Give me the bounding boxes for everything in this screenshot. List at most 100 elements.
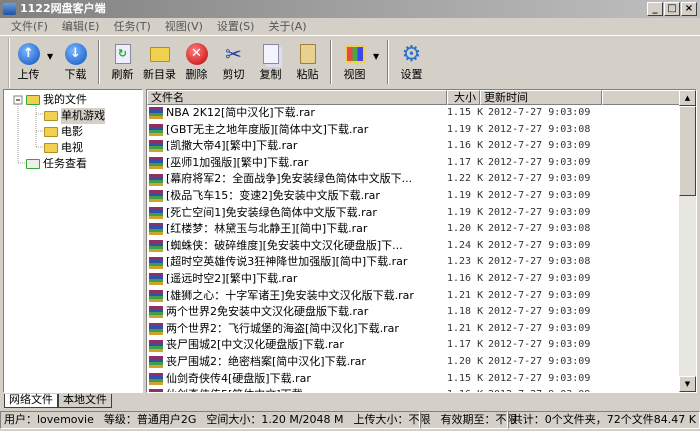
file-row[interactable]: [蜘蛛侠：破碎维度][免安装中文汉化硬盘版]下... 1.24 K 2012-7-2… xyxy=(147,238,679,255)
file-row[interactable]: [GBT无主之地年度版][简体中文]下载.rar 1.19 K 2012-7-27 … xyxy=(147,122,679,139)
file-row[interactable]: 丧尸围城2：绝密档案[简中汉化]下载.rar 1.20 K 2012-7-27 9:… xyxy=(147,354,679,371)
file-time: 2012-7-27 9:03:09 xyxy=(488,289,591,301)
file-row[interactable]: NBA 2K12[简中汉化]下载.rar 1.15 K 2012-7-27 9:03… xyxy=(147,105,679,122)
paste-clipboard-icon xyxy=(299,44,316,64)
file-name-cell: [死亡空间1]免安装绿色简体中文版下载.rar xyxy=(147,205,447,222)
file-name-cell: [幕府将军2：全面战争]免安装绿色简体中文版下... xyxy=(147,171,447,188)
file-row[interactable]: 两个世界2：飞行城堡的海盗[简中汉化]下载.rar 1.21 K 2012-7-27… xyxy=(147,321,679,338)
file-name-cell: [雄狮之心：十字军诸王]免安装中文汉化版下载.rar xyxy=(147,288,447,305)
vertical-scrollbar[interactable]: ▲ ▼ xyxy=(679,90,696,392)
tree-label: 我的文件 xyxy=(43,93,87,106)
cut-button[interactable]: ✂ 剪切 xyxy=(215,38,252,86)
minimize-button[interactable]: _ xyxy=(647,2,663,16)
file-name-cell: [红楼梦：林黛玉与北静王][简中]下载.rar xyxy=(147,221,447,238)
file-row[interactable]: [雄狮之心：十字军诸王]免安装中文汉化版下载.rar 1.21 K 2012-7-2… xyxy=(147,288,679,305)
refresh-button[interactable]: ↻ 刷新 xyxy=(104,38,141,86)
file-name: [幕府将军2：全面战争]免安装绿色简体中文版下... xyxy=(166,172,413,186)
scroll-down-button[interactable]: ▼ xyxy=(679,376,696,392)
new-directory-button[interactable]: 新目录 xyxy=(141,38,178,86)
file-row[interactable]: [超时空英雄传说3狂神降世加强版][简中]下载.rar 1.23 K 2012-7-… xyxy=(147,254,679,271)
rar-file-icon xyxy=(149,140,163,153)
file-size: 1.17 K xyxy=(447,339,484,351)
file-row[interactable]: 两个世界2免安装中文汉化硬盘版下载.rar 1.18 K 2012-7-27 9:0… xyxy=(147,304,679,321)
file-size: 1.23 K xyxy=(447,256,484,268)
column-header-time[interactable]: 更新时间 xyxy=(480,90,602,105)
task-icon xyxy=(26,159,40,169)
open-folder-icon xyxy=(44,111,58,121)
file-time: 2012-7-27 9:03:09 xyxy=(480,387,590,392)
toolbar: ↑ 上传 ▼ ↓ 下载 ↻ 刷新 新目录 ✕ 删除 ✂ 剪切 复制 粘贴 视图 ▼ ⚙ 设置 xyxy=(8,38,698,88)
file-row[interactable]: [遥远时空2][繁中]下载.rar 1.16 K 2012-7-27 9:03:09 xyxy=(147,271,679,288)
rar-file-icon xyxy=(149,157,163,170)
file-name: [巫师1加强版][繁中]下载.rar xyxy=(166,155,309,169)
toolbar-divider xyxy=(98,40,100,84)
menu-task[interactable]: 任务(T) xyxy=(106,18,157,35)
file-name-cell: 两个世界2：飞行城堡的海盗[简中汉化]下载.rar xyxy=(147,321,447,338)
menu-settings[interactable]: 设置(S) xyxy=(210,18,262,35)
menu-edit[interactable]: 编辑(E) xyxy=(55,18,107,35)
file-row[interactable]: [死亡空间1]免安装绿色简体中文版下载.rar 1.19 K 2012-7-27 9… xyxy=(147,205,679,222)
paste-label: 粘贴 xyxy=(296,68,319,81)
paste-button[interactable]: 粘贴 xyxy=(289,38,326,86)
file-time: 2012-7-27 9:03:09 xyxy=(488,189,591,201)
copy-icon xyxy=(262,44,279,64)
menu-view[interactable]: 视图(V) xyxy=(158,18,210,35)
file-size: 1.22 K xyxy=(447,173,484,185)
maximize-button[interactable]: □ xyxy=(664,2,680,16)
file-row[interactable]: [幕府将军2：全面战争]免安装绿色简体中文版下... 1.22 K 2012-7-2… xyxy=(147,171,679,188)
file-rows: NBA 2K12[简中汉化]下载.rar 1.15 K 2012-7-27 9:03… xyxy=(147,105,679,392)
view-button[interactable]: 视图 xyxy=(336,38,373,86)
file-name: [蜘蛛侠：破碎维度][免安装中文汉化硬盘版]下... xyxy=(166,238,403,252)
file-row[interactable]: 仙剑奇侠传4[硬盘版]下载.rar 1.15 K 2012-7-27 9:03:09 xyxy=(147,371,679,388)
file-row[interactable]: [巫师1加强版][繁中]下载.rar 1.17 K 2012-7-27 9:03:0… xyxy=(147,155,679,172)
file-time: 2012-7-27 9:03:09 xyxy=(488,173,591,185)
tab-network-files[interactable]: 网络文件 xyxy=(4,394,58,408)
tree-item-tv[interactable]: 电视 xyxy=(44,140,83,156)
toolbar-divider xyxy=(330,40,332,84)
file-time: 2012-7-27 9:03:09 xyxy=(488,107,591,118)
file-size: 1.21 K xyxy=(447,322,484,334)
file-name-cell: [蜘蛛侠：破碎维度][免安装中文汉化硬盘版]下... xyxy=(147,238,447,255)
rar-file-icon xyxy=(149,339,163,352)
file-name: 两个世界2免安装中文汉化硬盘版下载.rar xyxy=(166,305,369,319)
settings-button[interactable]: ⚙ 设置 xyxy=(393,38,430,86)
file-row[interactable]: [极品飞车15：变速2]免安装中文版下载.rar 1.19 K 2012-7-27 … xyxy=(147,188,679,205)
file-name: [遥远时空2][繁中]下载.rar xyxy=(166,271,298,285)
delete-x-icon: ✕ xyxy=(185,43,208,65)
file-row[interactable]: 仙剑奇侠传5[简体中文]下载.rar 1.16 K2012-7-27 9:03:0… xyxy=(147,387,679,392)
file-row[interactable]: 丧尸围城2[中文汉化硬盘版]下载.rar 1.17 K 2012-7-27 9:03… xyxy=(147,337,679,354)
tree-item-movies[interactable]: 电影 xyxy=(44,124,83,140)
file-name-cell: [巫师1加强版][繁中]下载.rar xyxy=(147,155,447,172)
file-row[interactable]: [凯撒大帝4][繁中]下载.rar 1.16 K 2012-7-27 9:03:09 xyxy=(147,138,679,155)
menu-file[interactable]: 文件(F) xyxy=(4,18,55,35)
tree-item-tasks[interactable]: 任务查看 xyxy=(26,156,87,172)
upload-dropdown-icon[interactable]: ▼ xyxy=(47,38,57,61)
close-button[interactable]: × xyxy=(681,2,697,16)
status-space: 空间大小：1.20 M/2048 M xyxy=(206,413,344,426)
file-name: 两个世界2：飞行城堡的海盗[简中汉化]下载.rar xyxy=(166,321,399,335)
file-name-cell: [凯撒大帝4][繁中]下载.rar xyxy=(147,138,447,155)
status-upload: 上传大小：不限 xyxy=(353,413,431,426)
scroll-up-button[interactable]: ▲ xyxy=(679,90,696,106)
column-header-size[interactable]: 大小 xyxy=(447,90,480,105)
status-spacer xyxy=(420,411,508,429)
file-row[interactable]: [红楼梦：林黛玉与北静王][简中]下载.rar 1.20 K 2012-7-27 9… xyxy=(147,221,679,238)
download-button[interactable]: ↓ 下载 xyxy=(57,38,94,86)
menu-about[interactable]: 关于(A) xyxy=(261,18,313,35)
file-size: 1.19 K xyxy=(447,206,484,218)
tree-item-standalone-games[interactable]: 单机游戏 xyxy=(44,108,105,124)
download-label: 下载 xyxy=(64,68,87,81)
upload-button[interactable]: ↑ 上传 xyxy=(10,38,47,86)
file-name-cell: [极品飞车15：变速2]免安装中文版下载.rar xyxy=(147,188,447,205)
delete-button[interactable]: ✕ 删除 xyxy=(178,38,215,86)
copy-button[interactable]: 复制 xyxy=(252,38,289,86)
scroll-thumb[interactable] xyxy=(679,106,696,196)
tree-item-my-files[interactable]: 我的文件 xyxy=(26,92,87,108)
view-dropdown-icon[interactable]: ▼ xyxy=(373,38,383,61)
file-size: 1.19 K xyxy=(447,189,484,201)
file-name-cell: [GBT无主之地年度版][简体中文]下载.rar xyxy=(147,122,447,139)
tab-local-files[interactable]: 本地文件 xyxy=(58,394,112,408)
file-tabs: 网络文件 本地文件 xyxy=(4,394,112,408)
column-header-name[interactable]: 文件名 xyxy=(147,90,447,105)
status-bar: 用户：lovemovie 等级：普通用户2G 空间大小：1.20 M/2048 … xyxy=(0,411,700,429)
